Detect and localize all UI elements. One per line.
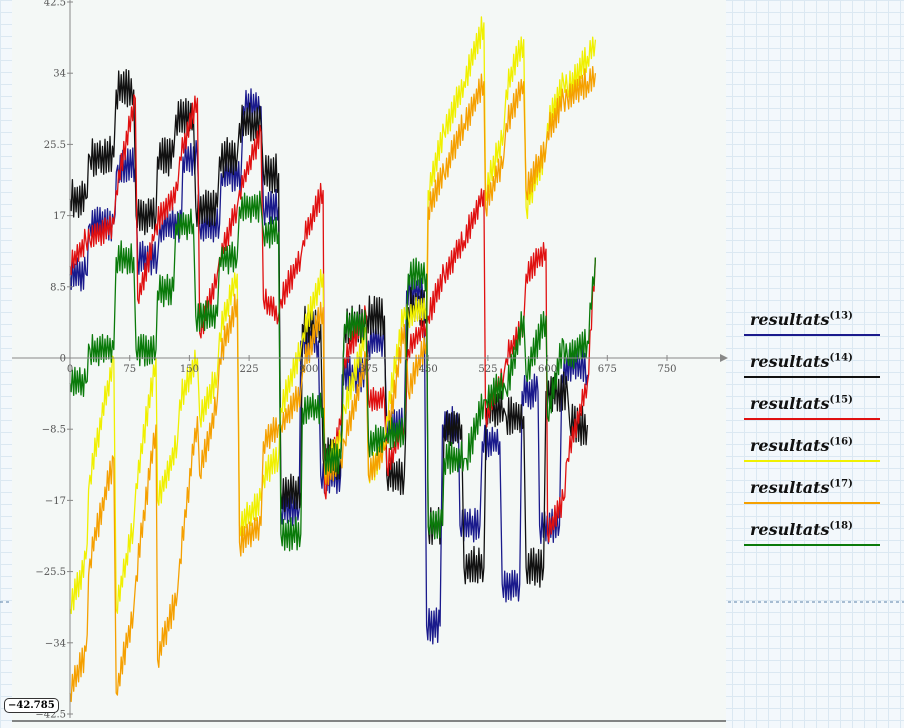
legend-label: resultats(13): [750, 310, 853, 329]
legend-swatch: [744, 544, 880, 546]
legend-label: resultats(18): [750, 520, 853, 539]
y-tick-label: 8.5: [50, 282, 66, 293]
legend-item: resultats(13): [744, 308, 880, 350]
legend: resultats(13) resultats(14) resultats(15…: [744, 308, 880, 560]
legend-label: resultats(15): [750, 394, 853, 413]
x-tick-label: 75: [123, 364, 136, 375]
y-tick-label: −8.5: [42, 425, 66, 436]
legend-swatch: [744, 418, 880, 420]
legend-item: resultats(17): [744, 476, 880, 518]
x-tick-label: 600: [538, 364, 557, 375]
y-tick-label: −34: [45, 638, 66, 649]
x-tick-label: 525: [478, 364, 497, 375]
y-tick-label: 0: [60, 354, 66, 365]
x-tick-label: 675: [598, 364, 617, 375]
legend-item: resultats(16): [744, 434, 880, 476]
x-tick-label: 0: [67, 364, 73, 375]
legend-label: resultats(14): [750, 352, 853, 371]
legend-swatch: [744, 502, 880, 504]
legend-label: resultats(16): [750, 436, 853, 455]
y-tick-label: 25.5: [44, 140, 66, 151]
legend-item: resultats(15): [744, 392, 880, 434]
legend-item: resultats(14): [744, 350, 880, 392]
x-tick-label: 375: [359, 364, 378, 375]
legend-item: resultats(18): [744, 518, 880, 560]
legend-swatch: [744, 460, 880, 462]
x-tick-label: 750: [657, 364, 676, 375]
y-tick-label: 17: [53, 211, 66, 222]
y-tick-label: 42.5: [44, 0, 66, 9]
cursor-readout[interactable]: −42.785: [4, 698, 59, 713]
legend-swatch: [744, 334, 880, 336]
x-tick-label: 300: [299, 364, 318, 375]
legend-swatch: [744, 376, 880, 378]
y-tick-label: −25.5: [35, 567, 66, 578]
y-tick-label: 34: [53, 69, 66, 80]
x-tick-label: 150: [180, 364, 199, 375]
x-tick-label: 225: [240, 364, 259, 375]
x-tick-label: 450: [419, 364, 438, 375]
legend-label: resultats(17): [750, 478, 853, 497]
y-tick-label: −17: [45, 496, 66, 507]
